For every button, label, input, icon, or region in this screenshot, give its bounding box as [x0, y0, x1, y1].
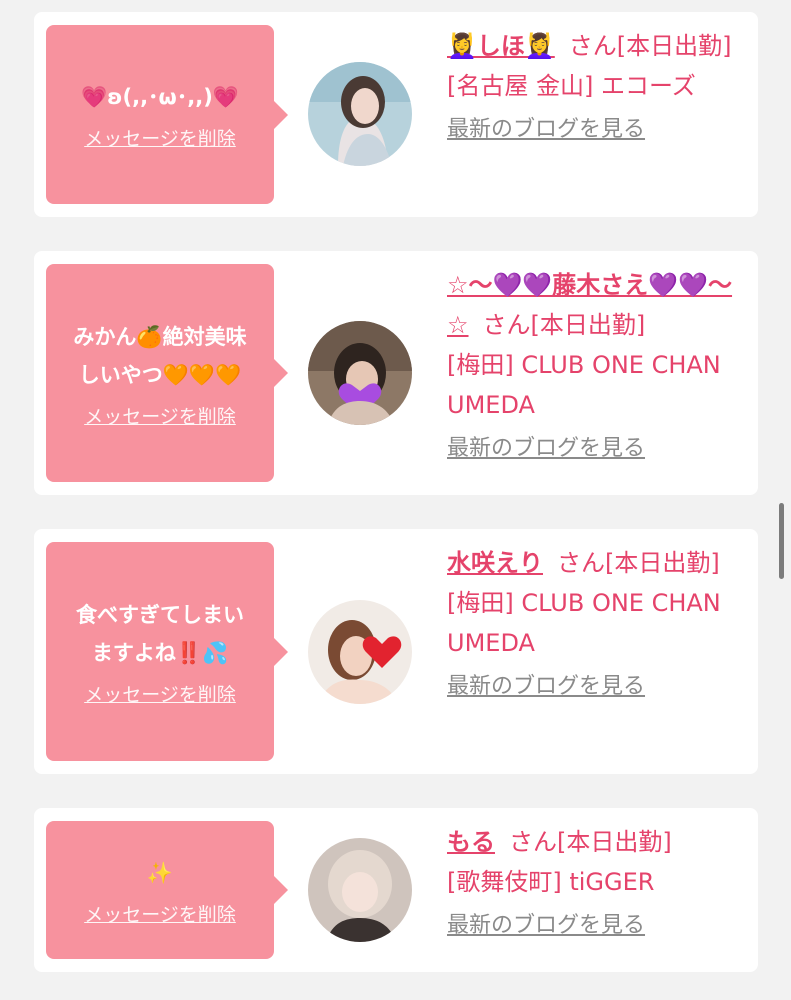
cast-info: 💆‍♀️しほ💆‍♀️ さん[本日出勤] [名古屋 金山] エコーズ 最新のブログを… [447, 26, 747, 150]
delete-message-link[interactable]: メッセージを削除 [84, 402, 236, 429]
cast-info: 水咲えり さん[本日出勤] [梅田] CLUB ONE CHAN UMEDA 最新… [447, 543, 747, 707]
message-bubble: みかん🍊絶対美味 しいやつ🧡🧡🧡 メッセージを削除 [46, 264, 288, 482]
avatar[interactable] [308, 838, 412, 942]
shop-name: [歌舞伎町] tiGGER [447, 868, 655, 896]
cast-status: さん[本日出勤] [482, 311, 646, 339]
shop-name: [梅田] CLUB ONE CHAN UMEDA [447, 589, 721, 657]
cast-status: さん[本日出勤] [557, 549, 720, 577]
delete-message-link[interactable]: メッセージを削除 [84, 124, 236, 151]
message-card-1: 💗ʚ(,,･ω･,,)💗 メッセージを削除 💆‍♀️しほ💆‍♀️ さん[本日出勤]… [34, 12, 758, 217]
avatar[interactable] [308, 600, 412, 704]
cast-status: さん[本日出勤] [509, 828, 672, 856]
message-card-4: ✨ メッセージを削除 もる さん[本日出勤] [歌舞伎町] tiGGER 最新のブ… [34, 808, 758, 972]
message-bubble: ✨ メッセージを削除 [46, 821, 288, 959]
latest-blog-link[interactable]: 最新のブログを見る [447, 110, 645, 150]
latest-blog-link[interactable]: 最新のブログを見る [447, 667, 645, 707]
cast-name-link[interactable]: 水咲えり [447, 549, 543, 577]
shop-name: [梅田] CLUB ONE CHAN UMEDA [447, 351, 721, 419]
message-bubble: 食べすぎてしまい ますよね‼️💦 メッセージを削除 [46, 542, 288, 761]
message-text: みかん🍊絶対美味 しいやつ🧡🧡🧡 [73, 324, 247, 387]
scrollbar-thumb[interactable] [779, 503, 784, 579]
message-card-2: みかん🍊絶対美味 しいやつ🧡🧡🧡 メッセージを削除 ☆〜💜💜藤木さえ💜💜〜☆ さん… [34, 251, 758, 495]
cast-info: もる さん[本日出勤] [歌舞伎町] tiGGER 最新のブログを見る [447, 822, 747, 946]
message-text: ✨ [146, 860, 174, 885]
avatar[interactable] [308, 321, 412, 425]
latest-blog-link[interactable]: 最新のブログを見る [447, 906, 645, 946]
cast-status: さん[本日出勤] [568, 32, 732, 60]
message-text: 💗ʚ(,,･ω･,,)💗 [80, 85, 239, 109]
cast-name-link[interactable]: 💆‍♀️しほ💆‍♀️ [447, 32, 555, 60]
message-card-3: 食べすぎてしまい ますよね‼️💦 メッセージを削除 水咲えり さん[本日出勤] [… [34, 529, 758, 774]
delete-message-link[interactable]: メッセージを削除 [84, 680, 236, 707]
cast-name-link[interactable]: もる [447, 828, 495, 856]
message-text: 食べすぎてしまい ますよね‼️💦 [76, 603, 244, 665]
message-bubble: 💗ʚ(,,･ω･,,)💗 メッセージを削除 [46, 25, 288, 204]
latest-blog-link[interactable]: 最新のブログを見る [447, 429, 645, 469]
delete-message-link[interactable]: メッセージを削除 [84, 900, 236, 927]
shop-name: [名古屋 金山] エコーズ [447, 72, 696, 100]
avatar[interactable] [308, 62, 412, 166]
cast-info: ☆〜💜💜藤木さえ💜💜〜☆ さん[本日出勤] [梅田] CLUB ONE CHAN … [447, 265, 747, 469]
